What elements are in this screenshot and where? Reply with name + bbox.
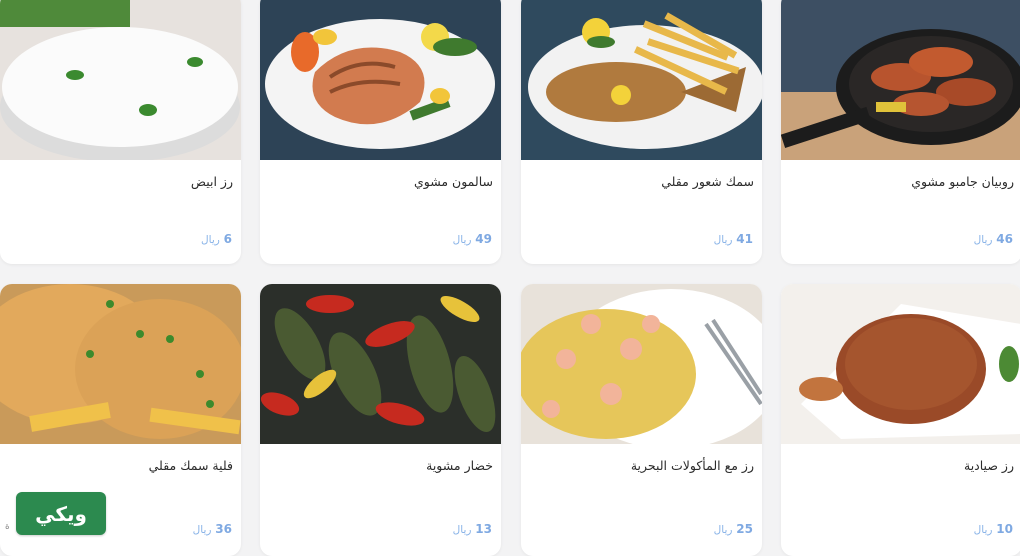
product-card-grilled-salmon[interactable]: سالمون مشوي 49 ريال bbox=[260, 0, 501, 264]
product-price: 25 ريال bbox=[713, 522, 753, 536]
product-price: 41 ريال bbox=[713, 232, 753, 246]
product-image[interactable] bbox=[781, 284, 1020, 444]
product-name: رز ابيض bbox=[190, 174, 233, 189]
product-card-sayadieh-rice[interactable]: رز صيادية 10 ريال bbox=[781, 284, 1020, 556]
product-image[interactable] bbox=[260, 0, 501, 160]
product-name: سالمون مشوي bbox=[413, 174, 493, 189]
edge-text: ة bbox=[5, 522, 10, 532]
product-name: رز مع المأكولات البحرية bbox=[630, 458, 754, 473]
product-price: 10 ريال bbox=[973, 522, 1013, 536]
product-name: فلية سمك مقلي bbox=[148, 458, 233, 473]
product-price: 46 ريال bbox=[973, 232, 1013, 246]
product-name: خضار مشوية bbox=[426, 458, 493, 473]
product-name: روبيان جامبو مشوي bbox=[911, 174, 1014, 189]
product-image[interactable] bbox=[521, 284, 762, 444]
product-card-white-rice[interactable]: رز ابيض 6 ريال bbox=[0, 0, 241, 264]
product-image[interactable] bbox=[0, 284, 241, 444]
product-card-seafood-rice[interactable]: رز مع المأكولات البحرية 25 ريال bbox=[521, 284, 762, 556]
product-price: 49 ريال bbox=[452, 232, 492, 246]
product-image[interactable] bbox=[781, 0, 1020, 160]
brand-logo-text: ويكي bbox=[35, 501, 87, 526]
product-name: رز صيادية bbox=[964, 458, 1014, 473]
product-image[interactable] bbox=[260, 284, 501, 444]
brand-logo: ويكي bbox=[16, 492, 106, 535]
product-card-grilled-vegetables[interactable]: خضار مشوية 13 ريال bbox=[260, 284, 501, 556]
product-price: 36 ريال bbox=[192, 522, 232, 536]
product-image[interactable] bbox=[0, 0, 241, 160]
product-price: 13 ريال bbox=[452, 522, 492, 536]
product-card-grilled-jumbo-shrimp[interactable]: روبيان جامبو مشوي 46 ريال bbox=[781, 0, 1020, 264]
product-name: سمك شعور مقلي bbox=[661, 174, 754, 189]
product-card-fried-shaour-fish[interactable]: سمك شعور مقلي 41 ريال bbox=[521, 0, 762, 264]
product-price: 6 ريال bbox=[200, 232, 232, 246]
product-image[interactable] bbox=[521, 0, 762, 160]
